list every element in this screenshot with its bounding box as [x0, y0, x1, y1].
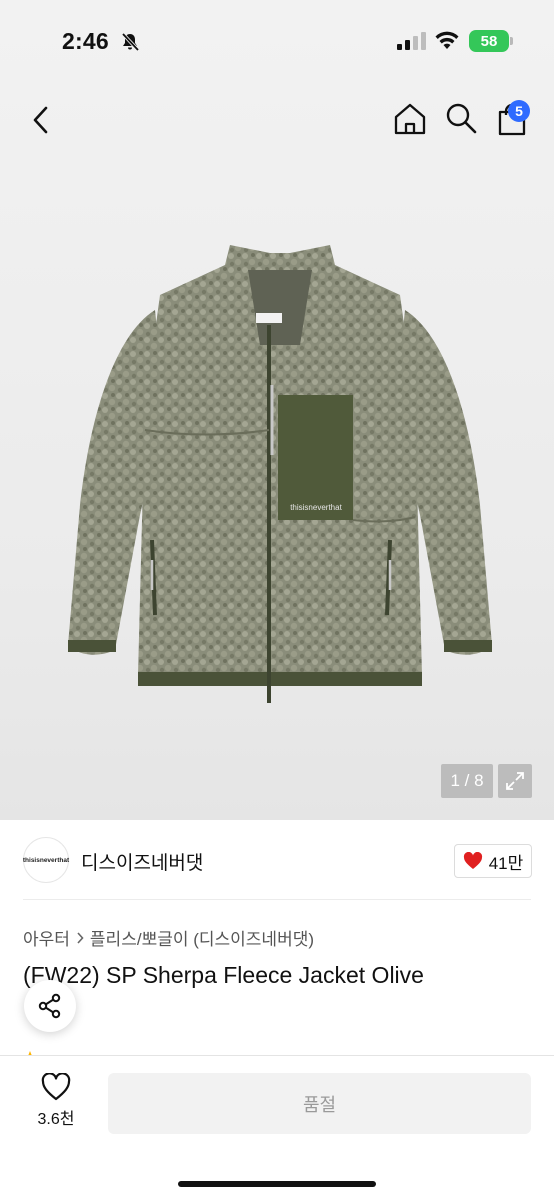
status-time: 2:46 [62, 28, 109, 54]
breadcrumb: 아우터 플리스/뽀글이 (디스이즈네버댓) [23, 925, 314, 950]
back-button[interactable] [22, 100, 62, 140]
cellular-signal-icon [397, 32, 426, 50]
brand-logo-text: thisisneverthat [22, 856, 70, 864]
share-button[interactable] [24, 980, 76, 1032]
battery-level: 58 [469, 30, 509, 52]
cart-count-badge: 5 [508, 100, 530, 122]
brand-like-button[interactable]: 41만 [454, 844, 532, 878]
search-icon[interactable] [443, 100, 479, 136]
expand-button[interactable] [498, 764, 532, 798]
image-counter: 1 / 8 [441, 764, 493, 798]
bell-muted-icon [121, 32, 140, 52]
expand-icon [506, 772, 524, 790]
home-indicator [178, 1181, 376, 1187]
brand-logo[interactable]: thisisneverthat [23, 837, 69, 883]
home-icon[interactable] [391, 100, 429, 138]
heart-outline-icon [41, 1073, 71, 1101]
chevron-right-icon [77, 931, 84, 944]
product-title: (FW22) SP Sherpa Fleece Jacket Olive [23, 962, 424, 988]
divider [23, 899, 531, 900]
breadcrumb-category[interactable]: 아우터 [23, 925, 70, 950]
wishlist-button[interactable]: 3.6천 [28, 1073, 84, 1133]
battery-tip [510, 37, 513, 45]
product-photo[interactable]: thisisneverthat [60, 225, 500, 715]
brand-like-count: 41만 [488, 853, 524, 873]
heart-filled-icon [463, 852, 482, 869]
share-icon [38, 993, 61, 1019]
brand-name[interactable]: 디스이즈네버댓 [81, 848, 203, 875]
sold-out-button[interactable]: 품절 [108, 1073, 531, 1134]
wifi-icon [435, 31, 459, 49]
breadcrumb-sub-category[interactable]: 플리스/뽀글이 (디스이즈네버댓) [90, 925, 314, 950]
wishlist-count: 3.6천 [37, 1111, 75, 1128]
print-label: thisisneverthat [290, 503, 342, 512]
